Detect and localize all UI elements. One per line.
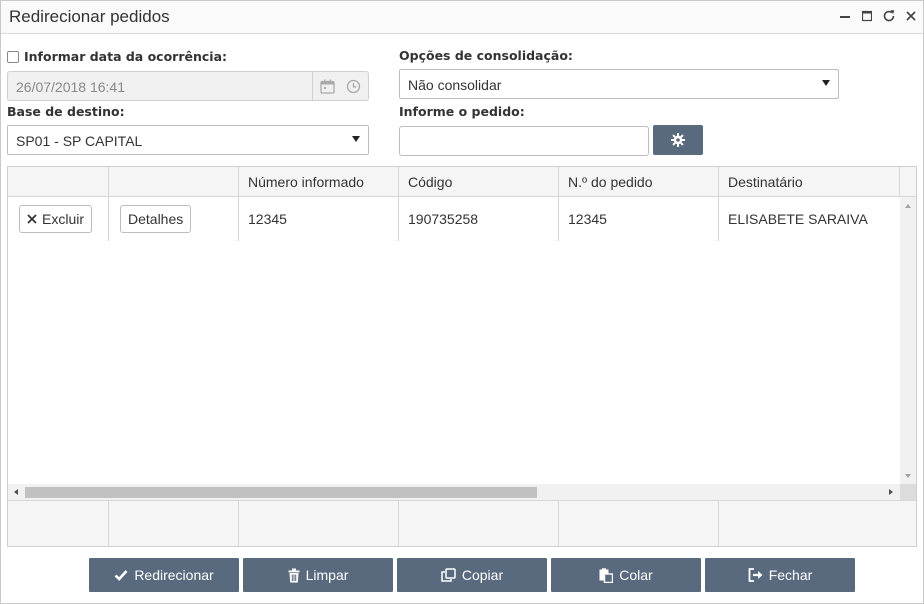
paste-button[interactable]: Colar [551,558,701,592]
order-input[interactable] [399,126,649,156]
details-button-label: Detalhes [128,211,184,227]
clear-button-label: Limpar [305,567,349,583]
close-icon [27,214,37,224]
copy-button-label: Copiar [461,567,504,583]
check-icon [114,570,128,581]
grid-header: Número informado Código N.º do pedido De… [8,167,916,197]
scroll-up-icon[interactable] [904,203,912,209]
footer-cell [559,501,719,547]
column-header-destinatario[interactable]: Destinatário [719,167,900,196]
clock-icon [339,72,367,100]
close-button[interactable]: Fechar [705,558,855,592]
column-header-numero-informado[interactable]: Número informado [239,167,399,196]
redirect-orders-window: Redirecionar pedidos Informar data da oc… [0,0,924,604]
cell-numero-informado: 12345 [239,197,399,241]
horizontal-scroll-thumb[interactable] [25,487,537,498]
details-button[interactable]: Detalhes [120,205,192,233]
destination-value: SP01 - SP CAPITAL [16,133,143,149]
clear-button[interactable]: Limpar [243,558,393,592]
destination-label: Base de destino: [7,104,125,119]
date-checkbox-label: Informar data da ocorrência: [24,49,228,64]
paste-button-label: Colar [619,567,653,583]
orders-grid: Número informado Código N.º do pedido De… [7,166,917,547]
minimize-icon[interactable] [837,6,853,26]
trash-icon [288,568,300,582]
destination-select[interactable]: SP01 - SP CAPITAL [7,125,369,155]
refresh-icon[interactable] [881,6,897,26]
settings-button[interactable] [653,125,703,155]
consolidation-value: Não consolidar [408,77,502,93]
chevron-down-icon [822,80,830,86]
consolidation-label: Opções de consolidação: [399,48,573,63]
window-controls [837,6,919,26]
footer-cell [719,501,916,547]
cell-codigo: 190735258 [399,197,559,241]
footer-cell [109,501,239,547]
window-titlebar: Redirecionar pedidos [1,1,923,34]
maximize-icon[interactable] [859,6,875,26]
footer-cell [8,501,109,547]
date-checkbox-row: Informar data da ocorrência: [7,49,227,64]
redirect-button[interactable]: Redirecionar [89,558,239,592]
vertical-scrollbar[interactable] [900,197,916,486]
footer-cell [239,501,399,547]
row-cell-details: Detalhes [109,197,239,241]
column-header-codigo[interactable]: Código [399,167,559,196]
paste-icon [599,567,614,583]
delete-button-label: Excluir [42,211,85,227]
column-header-actions-2 [109,167,239,196]
grid-footer [8,500,916,547]
column-header-actions-1 [8,167,109,196]
gear-icon [671,133,685,147]
redirect-button-label: Redirecionar [134,567,214,583]
footer-cell [399,501,559,547]
scroll-left-icon[interactable] [13,488,19,496]
delete-button[interactable]: Excluir [19,205,93,233]
table-row: Excluir Detalhes 12345 190735258 12345 E… [8,197,900,241]
consolidation-select[interactable]: Não consolidar [399,69,839,99]
close-icon[interactable] [903,6,919,26]
close-button-label: Fechar [768,567,813,583]
scroll-right-icon[interactable] [888,488,894,496]
order-label: Informe o pedido: [399,104,525,119]
copy-button[interactable]: Copiar [397,558,547,592]
chevron-down-icon [352,136,360,142]
copy-icon [441,568,456,582]
occurrence-date-value: 26/07/2018 16:41 [16,79,125,95]
exit-icon [748,568,763,582]
window-title: Redirecionar pedidos [9,7,170,26]
cell-destinatario: ELISABETE SARAIVA [728,211,868,227]
date-checkbox[interactable] [7,50,19,63]
occurrence-date-field: 26/07/2018 16:41 [7,71,369,101]
column-header-numero-pedido[interactable]: N.º do pedido [559,167,719,196]
scroll-down-icon[interactable] [904,473,912,479]
calendar-icon [313,72,341,100]
horizontal-scrollbar[interactable] [8,484,900,500]
row-cell-delete: Excluir [8,197,109,241]
scroll-corner [900,484,916,500]
cell-numero-pedido: 12345 [559,197,719,241]
